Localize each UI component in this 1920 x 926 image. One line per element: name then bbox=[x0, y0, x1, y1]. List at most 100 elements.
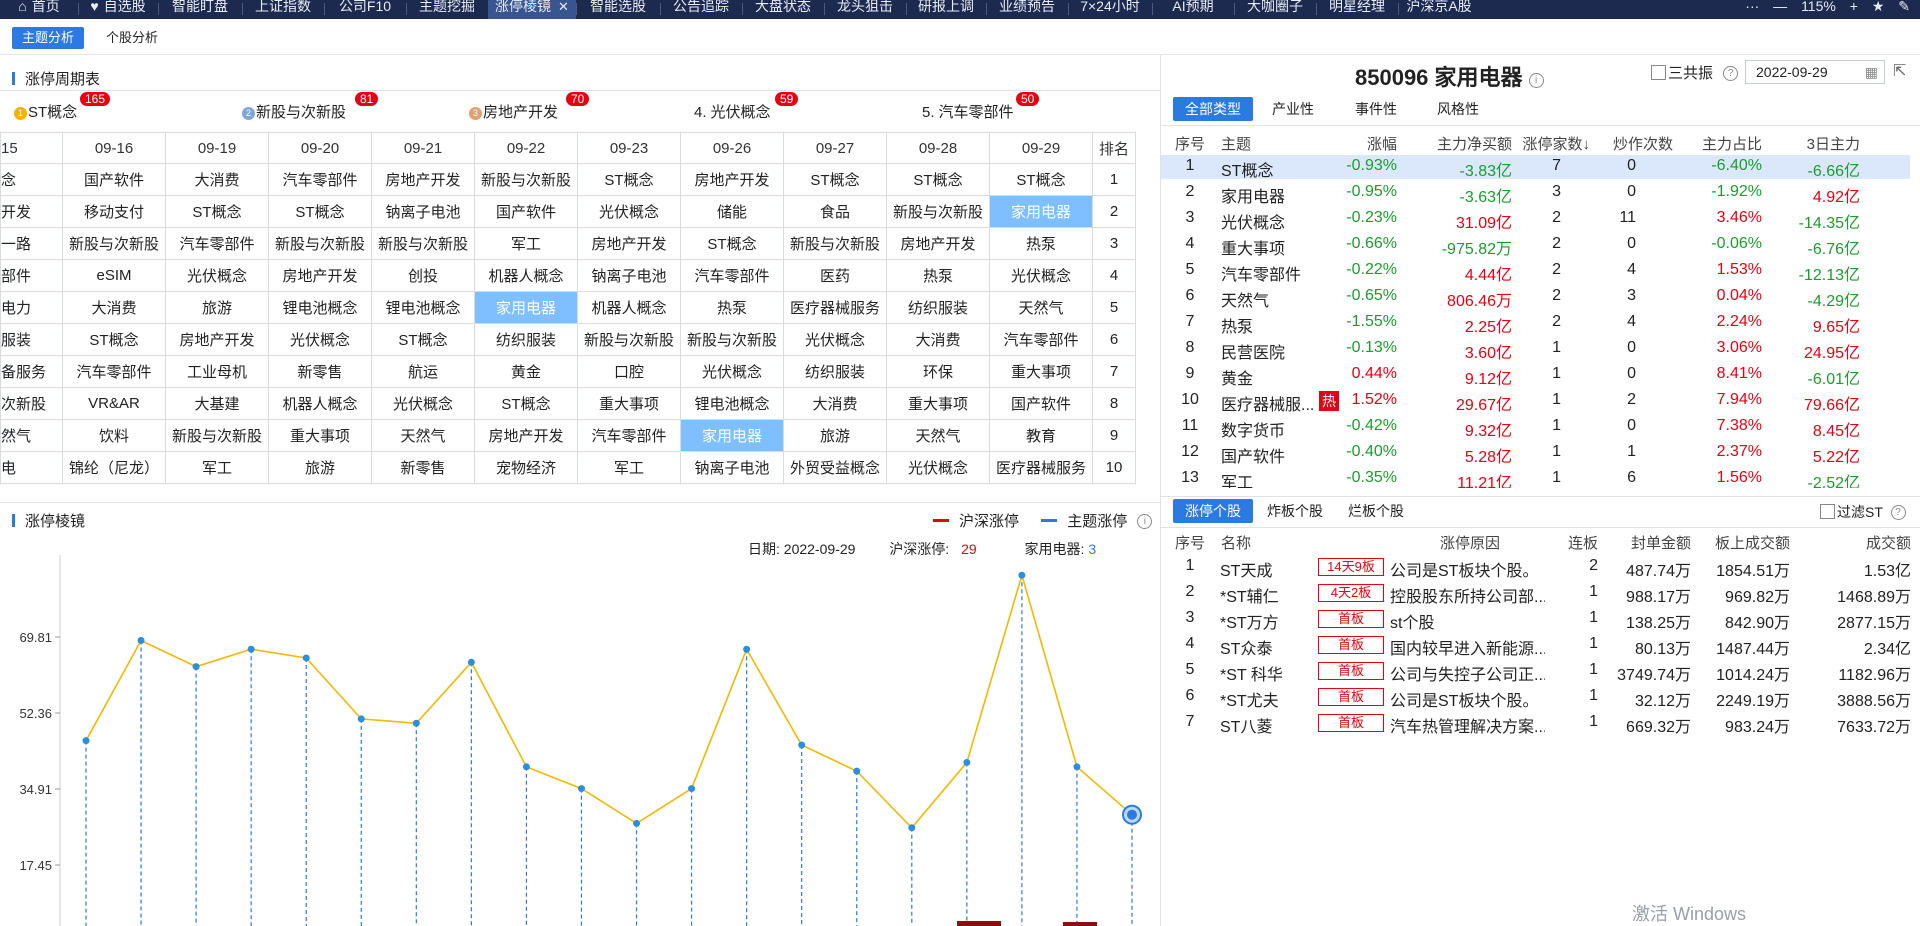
nav-tab[interactable]: 公告追踪 bbox=[660, 0, 742, 19]
close-tab-icon[interactable]: ✕ bbox=[558, 0, 569, 14]
theme-cell[interactable]: ST概念 bbox=[62, 323, 166, 356]
stock-name[interactable]: *ST 科华 bbox=[1220, 661, 1283, 685]
theme-cell[interactable]: 备服务 bbox=[0, 355, 63, 388]
theme-cell[interactable]: 电力 bbox=[0, 291, 63, 324]
theme-cell[interactable]: 热泵 bbox=[886, 259, 990, 292]
theme-cell[interactable]: 开发 bbox=[0, 195, 63, 228]
star-icon[interactable]: ★ bbox=[1872, 0, 1885, 14]
prism-chart[interactable]: 69.81 52.36 34.91 17.45 bbox=[0, 555, 1160, 926]
theme-cell[interactable]: eSIM bbox=[62, 259, 166, 292]
leader-theme[interactable]: 5. 汽车零部件 bbox=[922, 101, 1014, 122]
theme-cell[interactable]: VR&AR bbox=[62, 387, 166, 420]
theme-cell[interactable]: 黄金 bbox=[474, 355, 578, 388]
tab-limitup-stocks[interactable]: 涨停个股 bbox=[1173, 499, 1253, 523]
theme-cell[interactable]: 锂电池概念 bbox=[268, 291, 372, 324]
theme-cell[interactable]: 新股与次新股 bbox=[474, 163, 578, 196]
theme-cell[interactable]: 光伏概念 bbox=[680, 355, 784, 388]
theme-cell[interactable]: 家用电器 bbox=[680, 419, 784, 452]
theme-cell[interactable]: 大消费 bbox=[165, 163, 269, 196]
tab-broken-stocks[interactable]: 炸板个股 bbox=[1255, 499, 1335, 523]
stock-name[interactable]: *ST尤夫 bbox=[1220, 687, 1279, 711]
tab-event[interactable]: 事件性 bbox=[1343, 97, 1409, 121]
theme-cell[interactable]: 一路 bbox=[0, 227, 63, 260]
theme-cell[interactable]: 国产软件 bbox=[474, 195, 578, 228]
nav-tab[interactable]: ⌂ 首页 bbox=[0, 0, 78, 19]
theme-col-header[interactable]: 炒作次数 bbox=[1613, 133, 1673, 154]
theme-cell[interactable]: 钠离子电池 bbox=[577, 259, 681, 292]
theme-cell[interactable]: 饮料 bbox=[62, 419, 166, 452]
theme-cell[interactable]: 锦纶（尼龙） bbox=[62, 451, 166, 484]
theme-cell[interactable]: 次新股 bbox=[0, 387, 63, 420]
nav-tab[interactable]: 大盘状态 bbox=[742, 0, 824, 19]
theme-col-header[interactable]: 序号 bbox=[1175, 133, 1205, 154]
theme-cell[interactable]: 航运 bbox=[371, 355, 475, 388]
limitup-col-header[interactable]: 板上成交额 bbox=[1715, 532, 1790, 553]
theme-cell[interactable]: ST概念 bbox=[371, 323, 475, 356]
nav-tab[interactable]: 业绩预告 bbox=[986, 0, 1068, 19]
theme-cell[interactable]: 房地产开发 bbox=[886, 227, 990, 260]
theme-cell[interactable]: 光伏概念 bbox=[577, 195, 681, 228]
info-icon[interactable]: ? bbox=[1890, 505, 1906, 520]
stock-name[interactable]: *ST辅仁 bbox=[1220, 583, 1279, 607]
theme-cell[interactable]: 念 bbox=[0, 163, 63, 196]
leader-theme[interactable]: 3 房地产开发 bbox=[469, 101, 558, 122]
theme-cell[interactable]: 热泵 bbox=[989, 227, 1093, 260]
leader-theme[interactable]: 4. 光伏概念 bbox=[694, 101, 771, 122]
info-icon[interactable]: ? bbox=[1723, 66, 1739, 81]
tab-style[interactable]: 风格性 bbox=[1425, 97, 1491, 121]
theme-cell[interactable]: 移动支付 bbox=[62, 195, 166, 228]
theme-cell[interactable]: 新股与次新股 bbox=[268, 227, 372, 260]
theme-cell[interactable]: 军工 bbox=[577, 451, 681, 484]
nav-tab[interactable]: 主题挖掘 bbox=[406, 0, 488, 19]
nav-tab[interactable]: 7×24小时 bbox=[1068, 0, 1152, 19]
tab-industry[interactable]: 产业性 bbox=[1260, 97, 1326, 121]
theme-col-header[interactable]: 3日主力 bbox=[1807, 133, 1860, 154]
edit-icon[interactable]: ✎ bbox=[1898, 0, 1910, 14]
theme-cell[interactable]: ST概念 bbox=[989, 163, 1093, 196]
calendar-icon[interactable]: ▦ bbox=[1865, 61, 1878, 83]
nav-tab[interactable]: 智能盯盘 bbox=[158, 0, 242, 19]
theme-col-header[interactable]: 涨停家数↓ bbox=[1522, 133, 1590, 154]
limitup-col-header[interactable]: 序号 bbox=[1175, 532, 1205, 553]
theme-cell[interactable]: 房地产开发 bbox=[680, 163, 784, 196]
limitup-col-header[interactable]: 封单金额 bbox=[1631, 532, 1691, 553]
limitup-col-header[interactable]: 名称 bbox=[1221, 532, 1251, 553]
theme-cell[interactable]: 天然气 bbox=[371, 419, 475, 452]
nav-tab[interactable]: 智能选股 bbox=[576, 0, 660, 19]
limitup-col-header[interactable]: 涨停原因 bbox=[1440, 532, 1500, 553]
theme-cell[interactable]: 电 bbox=[0, 451, 63, 484]
stock-name[interactable]: ST天成 bbox=[1220, 557, 1272, 581]
theme-cell[interactable]: 新零售 bbox=[268, 355, 372, 388]
theme-col-header[interactable]: 主力占比 bbox=[1702, 133, 1762, 154]
theme-cell[interactable]: 新股与次新股 bbox=[577, 323, 681, 356]
tab-weak-stocks[interactable]: 烂板个股 bbox=[1336, 499, 1416, 523]
nav-tab[interactable]: 上证指数 bbox=[242, 0, 324, 19]
theme-cell[interactable]: 光伏概念 bbox=[886, 451, 990, 484]
theme-cell[interactable]: 旅游 bbox=[268, 451, 372, 484]
theme-cell[interactable]: 新股与次新股 bbox=[886, 195, 990, 228]
theme-cell[interactable]: 房地产开发 bbox=[371, 163, 475, 196]
theme-cell[interactable]: 军工 bbox=[474, 227, 578, 260]
theme-cell[interactable]: 光伏概念 bbox=[783, 323, 887, 356]
theme-cell[interactable]: 口腔 bbox=[577, 355, 681, 388]
theme-cell[interactable]: 大消费 bbox=[62, 291, 166, 324]
theme-cell[interactable]: 重大事项 bbox=[268, 419, 372, 452]
theme-cell[interactable]: 光伏概念 bbox=[165, 259, 269, 292]
theme-cell[interactable]: 医药 bbox=[783, 259, 887, 292]
theme-cell[interactable]: 外贸受益概念 bbox=[783, 451, 887, 484]
theme-cell[interactable]: 机器人概念 bbox=[474, 259, 578, 292]
triple-resonance[interactable]: 三共振 ? bbox=[1651, 62, 1739, 83]
theme-cell[interactable]: 新股与次新股 bbox=[165, 419, 269, 452]
theme-cell[interactable]: 锂电池概念 bbox=[680, 387, 784, 420]
theme-col-header[interactable]: 主力净买额 bbox=[1437, 133, 1512, 154]
theme-cell[interactable]: 工业母机 bbox=[165, 355, 269, 388]
info-icon[interactable]: i bbox=[1137, 514, 1153, 529]
tab-all-types[interactable]: 全部类型 bbox=[1173, 97, 1253, 121]
nav-tab[interactable]: 明星经理 bbox=[1316, 0, 1398, 19]
theme-cell[interactable]: 部件 bbox=[0, 259, 63, 292]
filter-st-checkbox[interactable] bbox=[1820, 504, 1835, 519]
theme-cell[interactable]: 汽车零部件 bbox=[62, 355, 166, 388]
nav-tab[interactable]: 公司F10 bbox=[324, 0, 406, 19]
theme-cell[interactable]: 汽车零部件 bbox=[989, 323, 1093, 356]
theme-cell[interactable]: 旅游 bbox=[783, 419, 887, 452]
